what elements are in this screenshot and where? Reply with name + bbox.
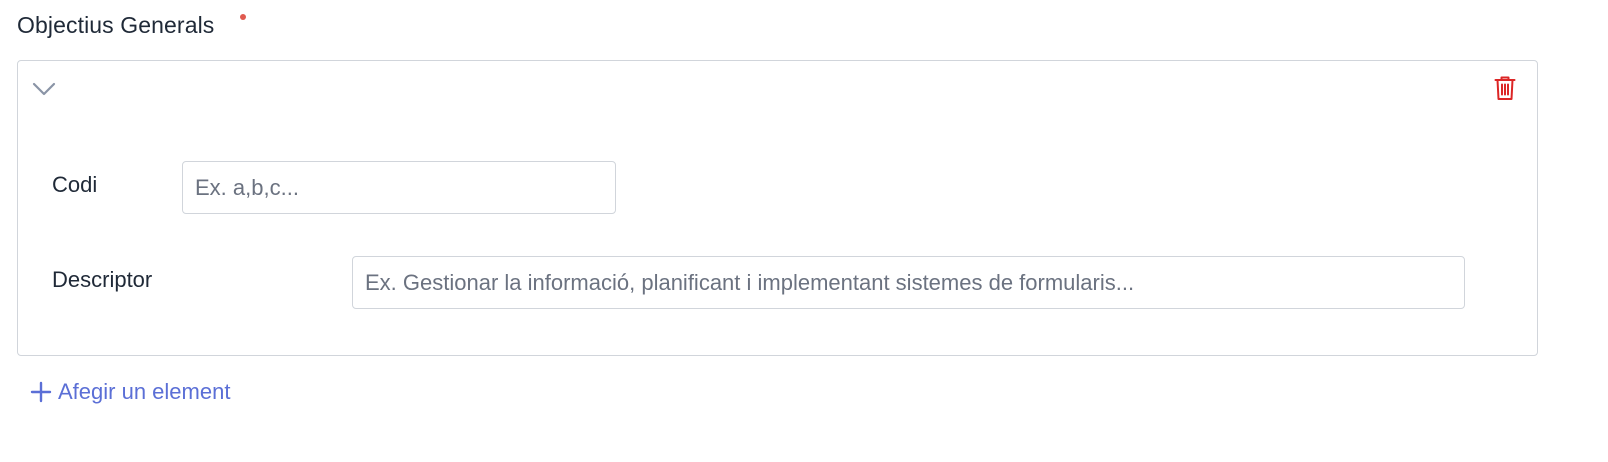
codi-input[interactable] xyxy=(182,161,616,214)
add-element-button[interactable]: Afegir un element xyxy=(30,376,230,408)
delete-button[interactable] xyxy=(1491,73,1519,103)
chevron-down-icon xyxy=(32,82,56,96)
collapse-button[interactable] xyxy=(30,75,58,103)
repeater-item: Codi Descriptor xyxy=(17,60,1538,356)
descriptor-input[interactable] xyxy=(352,256,1465,309)
trash-icon xyxy=(1494,76,1516,100)
plus-icon xyxy=(30,381,52,403)
codi-label: Codi xyxy=(52,172,98,197)
descriptor-label: Descriptor xyxy=(52,267,153,292)
required-indicator xyxy=(240,14,246,20)
add-element-label: Afegir un element xyxy=(58,379,231,404)
section-label: Objectius Generals xyxy=(17,12,215,38)
